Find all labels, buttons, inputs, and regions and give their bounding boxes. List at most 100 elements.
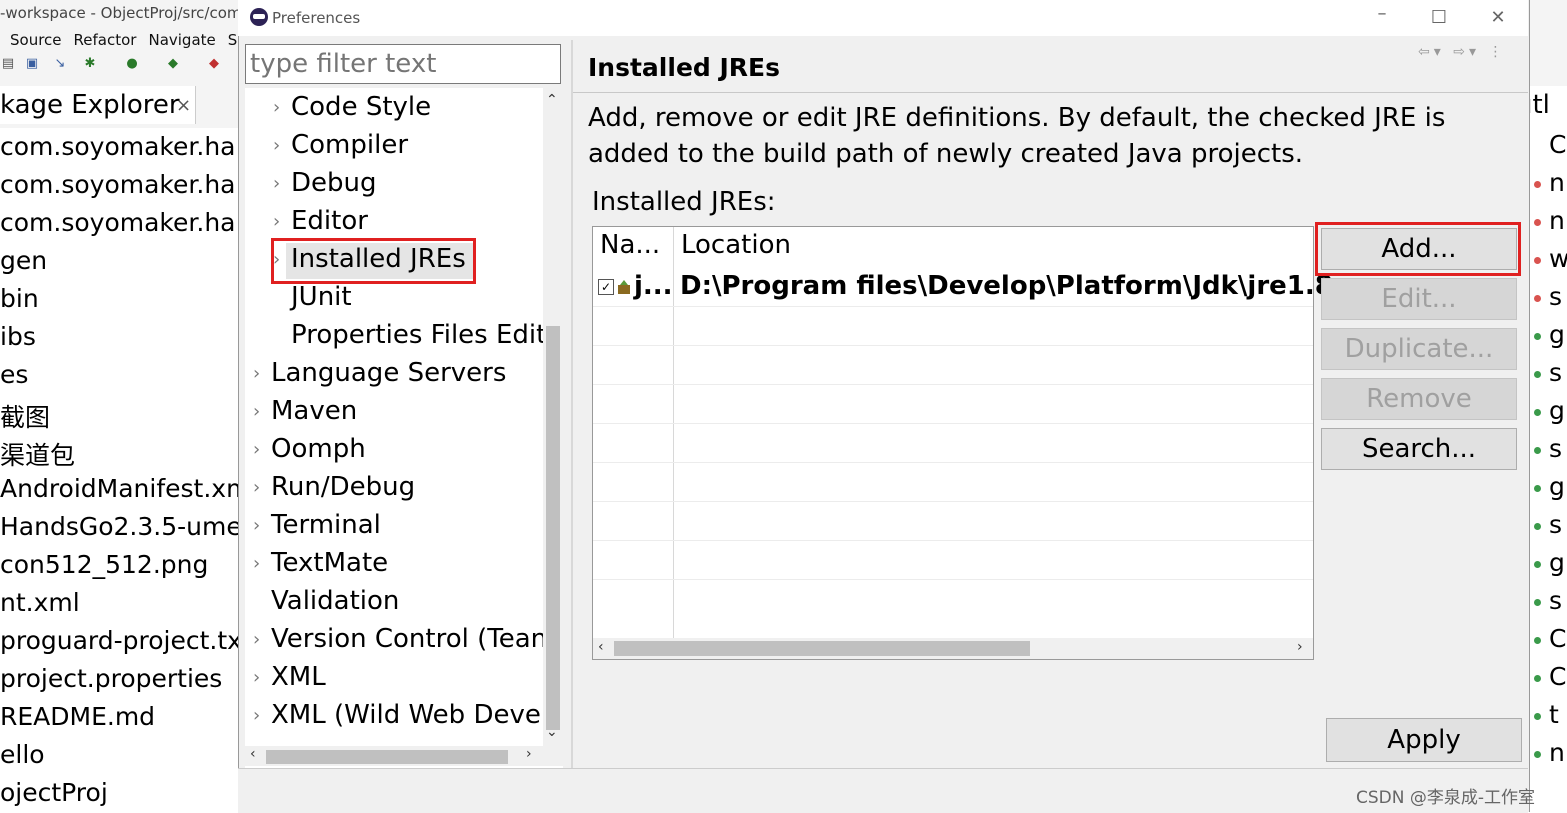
coverage-icon[interactable]: ◆ [165,56,181,72]
package-explorer-item[interactable]: HandsGo2.3.5-ume [0,512,242,541]
tree-item[interactable]: XML [271,662,326,692]
dialog-sash[interactable] [571,40,573,770]
scroll-down-icon[interactable]: ⌄ [546,724,558,740]
outline-item[interactable]: t [1534,700,1559,729]
menu-refactor[interactable]: Refactor [74,31,137,49]
table-horizontal-scroll-thumb[interactable] [614,641,1030,656]
scroll-left-icon[interactable]: ‹ [250,746,256,762]
tree-item[interactable]: Validation [271,586,399,616]
tree-vertical-scroll-thumb[interactable] [546,326,560,730]
outline-item[interactable]: g [1534,320,1565,349]
external-tools-icon[interactable]: ◆ [206,56,222,72]
expand-chevron-icon[interactable]: › [253,553,260,574]
jre-location[interactable]: D:\Program files\Develop\Platform\Jdk\jr… [680,271,1333,301]
tree-item[interactable]: Terminal [271,510,381,540]
expand-chevron-icon[interactable]: › [273,211,280,232]
package-explorer-item[interactable]: ibs [0,322,36,351]
scroll-right-icon[interactable]: › [526,746,532,762]
run-icon[interactable]: ● [124,56,140,72]
table-scroll-left-icon[interactable]: ‹ [598,639,604,655]
outline-item[interactable]: s [1534,358,1562,387]
outline-item[interactable]: g [1534,472,1565,501]
package-explorer-item[interactable]: gen [0,246,47,275]
package-explorer-item[interactable]: 渠道包 [0,436,75,472]
back-icon[interactable]: ⇦▾ [1418,44,1445,60]
expand-chevron-icon[interactable]: › [253,439,260,460]
outline-item[interactable]: n [1534,168,1565,197]
duplicate-button[interactable]: Duplicate... [1321,328,1517,370]
tree-item[interactable]: Run/Debug [271,472,415,502]
column-header-name[interactable]: Na... [600,230,660,260]
outline-item[interactable]: n [1534,738,1565,767]
package-explorer-item[interactable]: project.properties [0,664,222,693]
tree-item[interactable]: Version Control (Tean [271,624,547,654]
outline-item[interactable]: w [1534,244,1567,273]
save-icon[interactable]: ▤ [0,56,16,72]
expand-chevron-icon[interactable]: › [253,477,260,498]
close-dialog-icon[interactable]: ✕ [1483,6,1513,30]
tree-item[interactable]: TextMate [271,548,388,578]
outline-item[interactable]: C [1534,662,1566,691]
package-explorer-item[interactable]: nt.xml [0,588,80,617]
expand-chevron-icon[interactable]: › [273,135,280,156]
forward-icon[interactable]: ⇨▾ [1453,44,1480,60]
package-explorer-item[interactable]: es [0,360,28,389]
package-explorer-item[interactable]: ojectProj [0,778,108,807]
expand-chevron-icon[interactable]: › [253,363,260,384]
tree-item[interactable]: XML (Wild Web Deve [271,700,541,730]
package-explorer-item[interactable]: AndroidManifest.xm [0,474,250,503]
column-divider[interactable] [673,227,674,639]
search-button[interactable]: Search... [1321,428,1517,470]
expand-chevron-icon[interactable]: › [273,97,280,118]
more-icon[interactable]: ⋮ [1488,44,1506,60]
column-header-location[interactable]: Location [681,230,791,260]
package-explorer-item[interactable]: com.soyomaker.ha [0,170,236,199]
package-explorer-item[interactable]: com.soyomaker.ha [0,208,236,237]
outline-item[interactable]: s [1534,282,1562,311]
menu-source[interactable]: Source [10,31,62,49]
edit-button[interactable]: Edit... [1321,278,1517,320]
expand-chevron-icon[interactable]: › [253,629,260,650]
outline-item[interactable]: s [1534,586,1562,615]
scroll-up-icon[interactable]: ⌃ [546,92,558,108]
filter-input[interactable] [245,44,561,84]
expand-chevron-icon[interactable]: › [273,173,280,194]
outline-item[interactable]: s [1534,510,1562,539]
outline-item[interactable]: n [1534,206,1565,235]
tree-item[interactable]: Compiler [291,130,408,160]
menu-search[interactable]: S [228,31,238,49]
jre-checkbox[interactable]: ✓ [598,279,614,295]
outline-item[interactable]: C [1534,624,1566,653]
minimize-icon[interactable]: – [1367,2,1397,26]
outline-item[interactable]: g [1534,396,1565,425]
tree-item[interactable]: Editor [291,206,368,236]
jre-name[interactable]: j... [634,271,673,301]
package-explorer-item[interactable]: bin [0,284,39,313]
table-scroll-right-icon[interactable]: › [1297,639,1303,655]
package-explorer-item[interactable]: com.soyomaker.ha [0,132,236,161]
package-explorer-item[interactable]: ello [0,740,45,769]
tree-item[interactable]: JUnit [291,282,352,312]
package-explorer-item[interactable]: README.md [0,702,155,731]
expand-chevron-icon[interactable]: › [253,667,260,688]
tree-horizontal-scroll-thumb[interactable] [266,750,508,764]
close-icon[interactable]: × [176,95,191,116]
expand-chevron-icon[interactable]: › [253,515,260,536]
outline-item[interactable]: Ca [1534,130,1567,159]
menu-navigate[interactable]: Navigate [148,31,215,49]
expand-chevron-icon[interactable]: › [253,705,260,726]
tree-item[interactable]: Maven [271,396,357,426]
tree-item[interactable]: Code Style [291,92,431,122]
package-explorer-item[interactable]: proguard-project.tx [0,626,242,655]
outline-item[interactable]: s [1534,434,1562,463]
expand-chevron-icon[interactable]: › [253,401,260,422]
tree-item[interactable]: Language Servers [271,358,506,388]
package-explorer-item[interactable]: 截图 [0,398,50,434]
apply-button[interactable]: Apply [1326,718,1522,762]
terminal-icon[interactable]: ▣ [24,56,40,72]
remove-button[interactable]: Remove [1321,378,1517,420]
maximize-icon[interactable]: ☐ [1424,6,1454,30]
tree-item[interactable]: Properties Files Edit [291,320,546,350]
outline-item[interactable]: g [1534,548,1565,577]
package-explorer-item[interactable]: con512_512.png [0,550,208,579]
